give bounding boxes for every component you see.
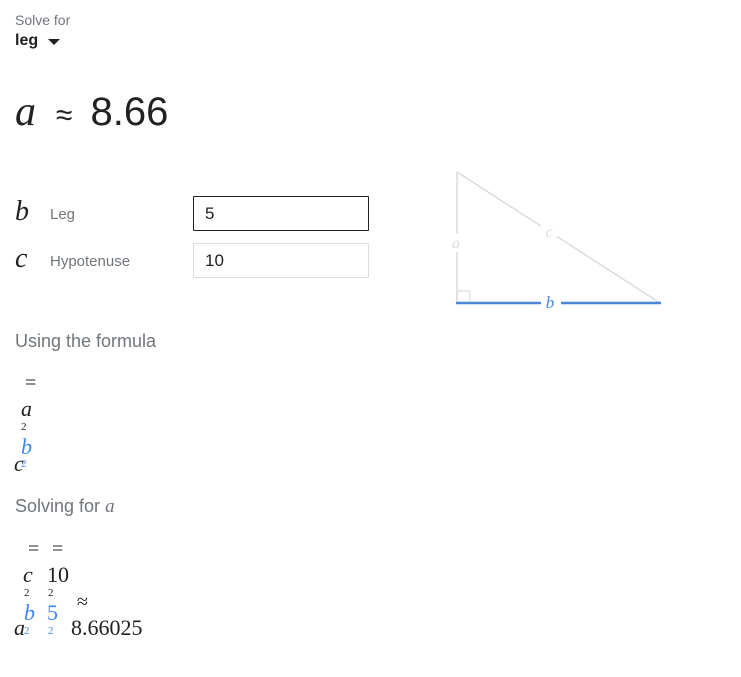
solve-for-dropdown[interactable]: leg bbox=[15, 32, 61, 50]
input-variable-b: b bbox=[15, 196, 29, 227]
solving-section-title: Solving for a bbox=[15, 496, 115, 518]
input-label-hypotenuse: Hypotenuse bbox=[50, 253, 131, 270]
solving-title-prefix: Solving for bbox=[15, 496, 101, 516]
solving-b-value-exponent: 2 bbox=[48, 625, 54, 637]
solving-title-variable: a bbox=[105, 496, 115, 517]
result-approx-symbol: ≈ bbox=[56, 99, 73, 132]
solving-c-exponent: 2 bbox=[24, 587, 30, 599]
formula-a-exponent: 2 bbox=[21, 421, 27, 433]
formula-equals: = bbox=[25, 372, 37, 394]
solving-c-value-exponent: 2 bbox=[48, 587, 54, 599]
solving-b: b bbox=[24, 600, 35, 625]
chevron-down-icon bbox=[48, 39, 61, 45]
solving-equals-1: = bbox=[28, 538, 40, 560]
result-value: 8.66 bbox=[90, 90, 169, 134]
solving-approx: ≈ bbox=[77, 591, 88, 613]
result-variable: a bbox=[15, 89, 36, 135]
label-b: b bbox=[546, 293, 555, 312]
hypotenuse-input[interactable] bbox=[193, 243, 369, 278]
solving-b-value: 5 bbox=[47, 600, 58, 625]
right-angle-marker bbox=[456, 290, 471, 304]
triangle-diagram: a c b bbox=[448, 171, 661, 312]
hypotenuse-c-line bbox=[456, 171, 661, 304]
label-a: a bbox=[452, 235, 460, 252]
result-display: a ≈ 8.66 bbox=[15, 88, 168, 136]
formula-section-title: Using the formula bbox=[15, 331, 157, 351]
input-variable-c: c bbox=[15, 243, 28, 274]
solve-for-label: Solve for bbox=[15, 12, 71, 28]
solving-equals-2: = bbox=[52, 538, 64, 560]
solve-for-value: leg bbox=[15, 32, 39, 49]
formula-b-exponent: 2 bbox=[21, 458, 27, 470]
input-label-leg: Leg bbox=[50, 206, 76, 223]
solving-result: 8.66025 bbox=[71, 615, 143, 640]
formula-a: a bbox=[21, 396, 32, 421]
solving-c-value: 10 bbox=[47, 562, 69, 587]
leg-input[interactable] bbox=[193, 196, 369, 231]
solving-c: c bbox=[23, 562, 33, 587]
label-c: c bbox=[545, 224, 552, 241]
solving-b-exponent: 2 bbox=[24, 625, 30, 637]
